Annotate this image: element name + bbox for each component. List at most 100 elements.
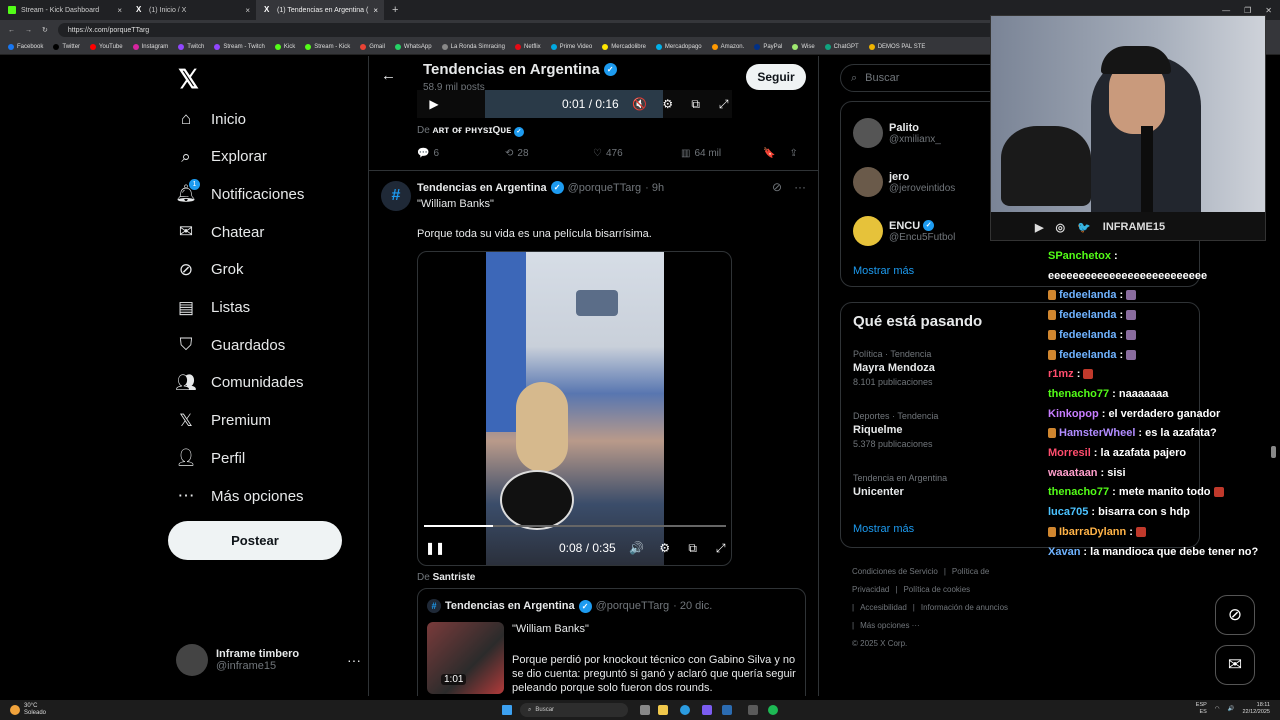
suggested-account[interactable]: Palito @xmilianx_ <box>853 118 941 148</box>
pip-icon[interactable]: ⧉ <box>686 541 700 555</box>
share-icon[interactable]: ⇪ <box>789 148 797 159</box>
nav-item-chatear[interactable]: ✉ Chatear <box>176 219 265 245</box>
bookmark-item[interactable]: Twitter <box>53 44 80 50</box>
footer-link[interactable]: Política de cookies <box>903 585 970 594</box>
spotify-icon[interactable] <box>768 705 778 715</box>
volume-icon[interactable]: 🔊 <box>629 541 644 555</box>
nav-item-comunidades[interactable]: 👥︎ Comunidades <box>175 370 303 396</box>
nav-item-premium[interactable]: 𝕏 Premium <box>176 408 271 434</box>
task-view-icon[interactable] <box>640 705 650 715</box>
restore-icon[interactable]: ❐ <box>1244 6 1251 15</box>
bookmark-item[interactable]: Gmail <box>360 44 385 50</box>
video-thumbnail[interactable]: 1:01 <box>427 622 504 694</box>
bookmark-item[interactable]: Kick <box>274 44 295 50</box>
follow-button[interactable]: Seguir <box>746 64 806 90</box>
footer-link[interactable]: Información de anuncios <box>921 603 1008 612</box>
more-dots-icon[interactable]: ··· <box>794 180 806 194</box>
bookmark-item[interactable]: La Ronda Simracing <box>441 44 505 50</box>
tab-kick-dashboard[interactable]: Stream - Kick Dashboard × <box>0 0 128 20</box>
bookmark-item[interactable]: Instagram <box>132 44 168 50</box>
chat-username[interactable]: IbarraDylann <box>1059 526 1126 538</box>
tab-inicio-x[interactable]: X (1) Inicio / X × <box>128 0 256 20</box>
chat-username[interactable]: Morresil <box>1048 447 1091 459</box>
app-icon[interactable] <box>748 705 758 715</box>
nav-item-notificaciones[interactable]: 🔔︎ 1 Notificaciones <box>175 179 304 207</box>
views-button[interactable]: ▥ 64 mil <box>681 148 769 159</box>
pip-icon[interactable]: ⧉ <box>689 97 703 111</box>
wifi-icon[interactable]: ◠ <box>1215 706 1220 713</box>
nav-item-inicio[interactable]: ⌂ Inicio <box>176 106 246 132</box>
chat-username[interactable]: SPanchetox <box>1048 250 1111 262</box>
chat-username[interactable]: Xavan <box>1048 546 1080 558</box>
close-icon[interactable]: × <box>245 6 250 15</box>
avatar[interactable]: # <box>381 181 411 211</box>
show-more-link[interactable]: Mostrar más <box>853 523 914 535</box>
video-progress-bar[interactable] <box>424 525 726 527</box>
fullscreen-icon[interactable]: ⤢ <box>717 97 731 111</box>
weather-widget[interactable]: 30°C Soleado <box>10 703 46 717</box>
url-field[interactable]: https://x.com/porqueTTarg <box>57 23 1018 37</box>
chat-username[interactable]: thenacho77 <box>1048 388 1109 400</box>
grok-float-button[interactable]: ⊘ <box>1215 595 1255 635</box>
bookmark-icon[interactable]: 🔖 <box>763 148 775 159</box>
bookmark-item[interactable]: Stream - Twitch <box>214 44 265 50</box>
volume-icon[interactable]: 🔊 <box>1228 706 1235 713</box>
close-icon[interactable]: × <box>117 6 122 15</box>
chat-username[interactable]: fedeelanda <box>1059 309 1116 321</box>
bookmark-item[interactable]: WhatsApp <box>394 44 432 50</box>
minimize-icon[interactable]: — <box>1222 6 1230 15</box>
post-button[interactable]: Postear <box>168 521 342 560</box>
steam-icon[interactable] <box>722 705 732 715</box>
fullscreen-icon[interactable]: ⤢ <box>714 541 728 555</box>
quoted-post[interactable]: # Tendencias en Argentina ✓ @porqueTTarg ·… <box>417 588 806 696</box>
account-switcher[interactable]: Inframe timbero @inframe15 ··· <box>176 642 361 678</box>
bookmark-item[interactable]: Stream - Kick <box>305 44 350 50</box>
windows-start-icon[interactable] <box>502 705 512 715</box>
bookmark-item[interactable]: Prime Video <box>550 44 592 50</box>
trend-item[interactable]: Deportes · Tendencia Riquelme 5.378 public… <box>853 411 938 449</box>
bookmark-item[interactable]: Amazon. <box>711 44 744 50</box>
footer-link[interactable]: Accesibilidad <box>860 603 907 612</box>
main-video-player[interactable]: ❚❚ 0:08 / 0:35 🔊 ⚙ ⧉ ⤢ <box>417 251 732 566</box>
settings-icon[interactable]: ⚙ <box>661 97 675 111</box>
footer-link[interactable]: Más opciones ··· <box>860 621 920 630</box>
chat-username[interactable]: fedeelanda <box>1059 289 1116 301</box>
show-more-link[interactable]: Mostrar más <box>853 265 914 277</box>
chat-username[interactable]: fedeelanda <box>1059 349 1116 361</box>
close-icon[interactable]: × <box>373 6 378 15</box>
back-arrow-icon[interactable]: ← <box>381 67 396 84</box>
taskbar-search[interactable]: ⌕ Buscar <box>520 703 628 717</box>
grok-icon[interactable]: ⊘ <box>772 180 782 194</box>
messages-float-button[interactable]: ✉ <box>1215 645 1255 685</box>
clock[interactable]: 18:11 22/12/2025 <box>1242 702 1270 716</box>
suggested-account[interactable]: jero @jeroveintidos <box>853 167 955 197</box>
close-window-icon[interactable]: ✕ <box>1265 6 1272 15</box>
back-icon[interactable]: ← <box>8 27 15 34</box>
app-icon[interactable] <box>702 705 712 715</box>
play-icon[interactable]: ▶ <box>427 97 441 111</box>
settings-icon[interactable]: ⚙ <box>658 541 672 555</box>
bookmark-item[interactable]: Twitch <box>178 44 204 50</box>
reload-icon[interactable]: ↻ <box>42 26 48 34</box>
scrollbar-thumb[interactable] <box>1271 446 1276 458</box>
bookmark-item[interactable]: YouTube <box>90 44 123 50</box>
nav-item-guardados[interactable]: ⛉ Guardados <box>176 332 286 358</box>
chat-username[interactable]: fedeelanda <box>1059 329 1116 341</box>
forward-icon[interactable]: → <box>25 27 32 34</box>
chat-username[interactable]: HamsterWheel <box>1059 427 1135 439</box>
mute-icon[interactable]: 🔇 <box>632 97 647 111</box>
reply-button[interactable]: 💬 6 <box>417 148 505 159</box>
nav-item-más-opciones[interactable]: ⋯ Más opciones <box>176 483 304 509</box>
footer-link[interactable]: Condiciones de Servicio <box>852 567 938 576</box>
chat-username[interactable]: thenacho77 <box>1048 486 1109 498</box>
nav-item-explorar[interactable]: ⌕ Explorar <box>176 144 267 170</box>
footer-link[interactable]: © 2025 X Corp. <box>852 639 907 648</box>
edge-icon[interactable] <box>680 705 690 715</box>
nav-item-grok[interactable]: ⊘ Grok <box>176 257 244 283</box>
chat-username[interactable]: waaataan <box>1048 467 1098 479</box>
chat-username[interactable]: r1mz <box>1048 368 1074 380</box>
chat-username[interactable]: Kinkopop <box>1048 408 1099 420</box>
bookmark-item[interactable]: Netflix <box>514 44 541 50</box>
trend-item[interactable]: Política · Tendencia Mayra Mendoza 8.101 p… <box>853 349 935 387</box>
repost-button[interactable]: ⟲ 28 <box>505 148 593 159</box>
